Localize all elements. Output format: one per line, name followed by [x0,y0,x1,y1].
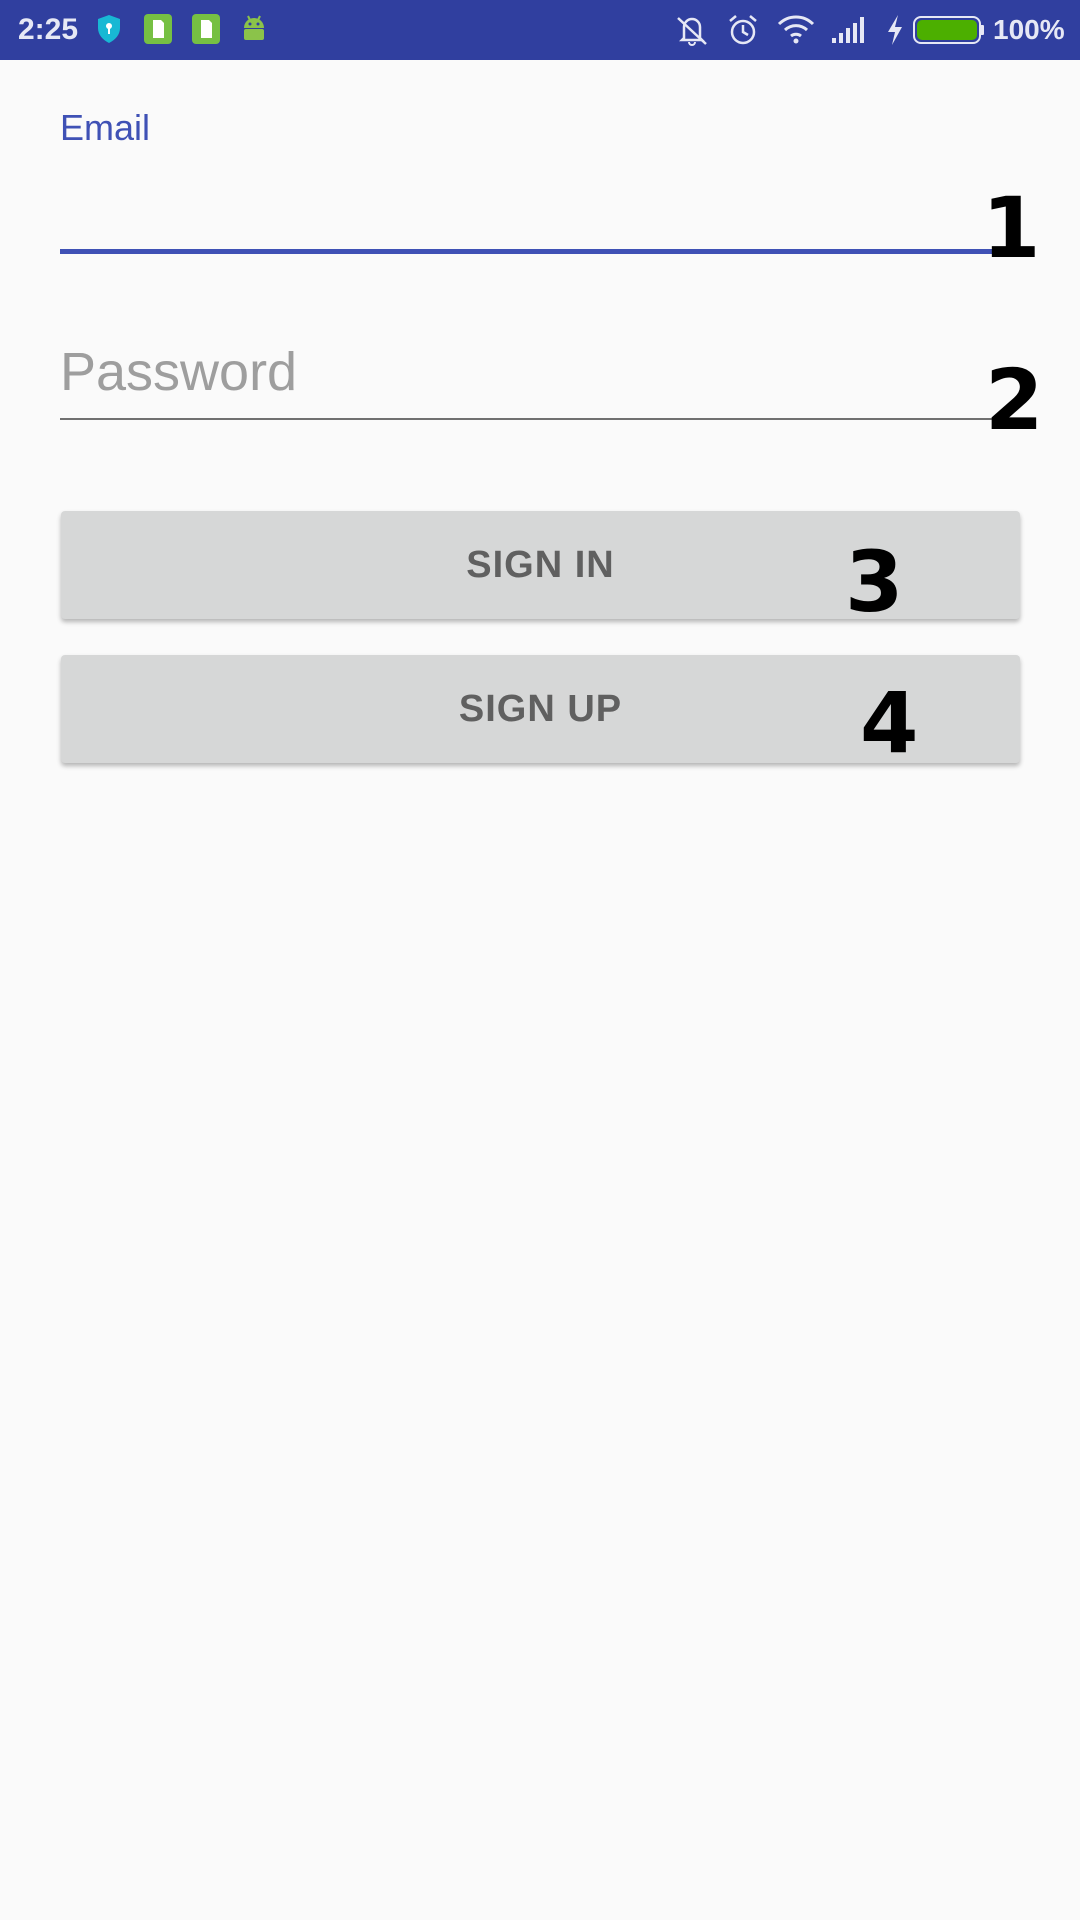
sim-card-icon [144,14,172,44]
sim-card-icon [192,14,220,44]
password-field[interactable]: Password [60,340,297,404]
annotation-marker-3: 3 [845,533,904,631]
battery-level-fill [917,20,977,40]
status-time: 2:25 [18,13,79,46]
email-label: Email [60,107,151,148]
charging-icon [888,15,902,45]
android-icon [244,15,264,40]
sign-in-label: SIGN IN [466,543,615,586]
alarm-icon [729,15,757,45]
sign-up-label: SIGN UP [458,687,623,730]
status-bar: 2:25 100% [0,0,1080,60]
annotation-marker-4: 4 [860,674,919,772]
battery-percent: 100% [993,14,1065,45]
shield-icon [98,15,120,43]
annotation-marker-2: 2 [985,351,1044,449]
vibrate-off-icon [677,17,707,46]
battery-icon [913,16,984,44]
annotation-marker-1: 1 [982,179,1041,277]
wifi-icon [777,15,815,44]
email-field[interactable] [60,160,1000,255]
password-underline [60,418,1000,420]
signal-icon [832,17,864,43]
email-underline [60,249,1000,254]
